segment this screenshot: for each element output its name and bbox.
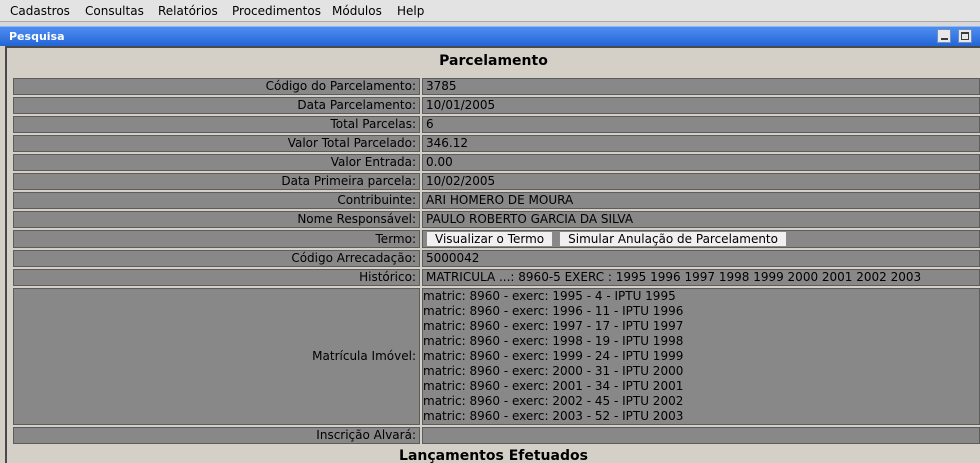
label-termo: Termo:	[13, 230, 420, 248]
label-codigo-parcelamento: Código do Parcelamento:	[13, 78, 420, 95]
menu-relatorios[interactable]: Relatórios	[158, 4, 218, 18]
value-data-parcelamento: 10/01/2005	[422, 97, 980, 114]
value-valor-entrada: 0.00	[422, 154, 980, 171]
menu-modulos[interactable]: Módulos	[332, 4, 382, 18]
visualizar-termo-button[interactable]: Visualizar o Termo	[426, 231, 554, 247]
matricula-list: matric: 8960 - exerc: 1995 - 4 - IPTU 19…	[422, 288, 980, 425]
label-valor-total: Valor Total Parcelado:	[13, 135, 420, 152]
label-codigo-arrecadacao: Código Arrecadação:	[13, 250, 420, 267]
section-title-parcelamento: Parcelamento	[439, 53, 548, 69]
value-contribuinte: ARI HOMERO DE MOURA	[422, 192, 980, 209]
table-row: Termo: Visualizar o Termo Simular Anulaçã…	[13, 230, 980, 248]
menu-procedimentos[interactable]: Procedimentos	[232, 4, 321, 18]
table-row: Valor Total Parcelado: 346.12	[13, 135, 980, 152]
table-row: Código Arrecadação: 5000042	[13, 250, 980, 267]
list-item: matric: 8960 - exerc: 1998 - 19 - IPTU 1…	[423, 334, 684, 348]
label-historico: Histórico:	[13, 269, 420, 286]
label-data-primeira: Data Primeira parcela:	[13, 173, 420, 190]
table-row: Nome Responsável: PAULO ROBERTO GARCIA D…	[13, 211, 980, 228]
window-title: Pesquisa	[9, 30, 65, 43]
list-item: matric: 8960 - exerc: 1999 - 24 - IPTU 1…	[423, 349, 684, 363]
value-nome-responsavel: PAULO ROBERTO GARCIA DA SILVA	[422, 211, 980, 228]
value-data-primeira: 10/02/2005	[422, 173, 980, 190]
table-row: Data Parcelamento: 10/01/2005	[13, 97, 980, 114]
maximize-icon[interactable]	[958, 29, 972, 43]
label-contribuinte: Contribuinte:	[13, 192, 420, 209]
simular-anulacao-button[interactable]: Simular Anulação de Parcelamento	[559, 231, 787, 247]
table-row: Código do Parcelamento: 3785	[13, 78, 980, 95]
search-panel: Parcelamento Código do Parcelamento: 378…	[5, 46, 980, 463]
menu-cadastros[interactable]: Cadastros	[10, 4, 70, 18]
label-valor-entrada: Valor Entrada:	[13, 154, 420, 171]
menu-bar: Cadastros Consultas Relatórios Procedime…	[0, 0, 980, 22]
list-item: matric: 8960 - exerc: 2001 - 34 - IPTU 2…	[423, 379, 684, 393]
list-item: matric: 8960 - exerc: 1995 - 4 - IPTU 19…	[423, 289, 676, 303]
list-item: matric: 8960 - exerc: 2000 - 31 - IPTU 2…	[423, 364, 684, 378]
label-data-parcelamento: Data Parcelamento:	[13, 97, 420, 114]
label-matricula-imovel: Matrícula Imóvel:	[13, 288, 420, 425]
table-row: Inscrição Alvará:	[13, 427, 980, 444]
list-item: matric: 8960 - exerc: 1997 - 17 - IPTU 1…	[423, 319, 684, 333]
table-row: Contribuinte: ARI HOMERO DE MOURA	[13, 192, 980, 209]
section-title-lancamentos: Lançamentos Efetuados	[399, 448, 588, 463]
label-inscricao-alvara: Inscrição Alvará:	[13, 427, 420, 444]
table-row: Data Primeira parcela: 10/02/2005	[13, 173, 980, 190]
minimize-icon[interactable]	[937, 29, 951, 43]
table-row: Matrícula Imóvel: matric: 8960 - exerc: …	[13, 288, 980, 425]
menu-help[interactable]: Help	[397, 4, 424, 18]
list-item: matric: 8960 - exerc: 1996 - 11 - IPTU 1…	[423, 304, 684, 318]
table-row: Total Parcelas: 6	[13, 116, 980, 133]
value-inscricao-alvara	[422, 427, 980, 444]
window-title-bar[interactable]: Pesquisa	[0, 26, 980, 46]
termo-buttons: Visualizar o Termo Simular Anulação de Pa…	[422, 230, 980, 248]
value-codigo-parcelamento: 3785	[422, 78, 980, 95]
label-total-parcelas: Total Parcelas:	[13, 116, 420, 133]
list-item: matric: 8960 - exerc: 2003 - 52 - IPTU 2…	[423, 409, 684, 423]
menu-consultas[interactable]: Consultas	[85, 4, 144, 18]
list-item: matric: 8960 - exerc: 2002 - 45 - IPTU 2…	[423, 394, 684, 408]
value-historico: MATRICULA ...: 8960-5 EXERC : 1995 1996 …	[422, 269, 980, 286]
table-row: Valor Entrada: 0.00	[13, 154, 980, 171]
table-row: Histórico: MATRICULA ...: 8960-5 EXERC :…	[13, 269, 980, 286]
label-nome-responsavel: Nome Responsável:	[13, 211, 420, 228]
parcelamento-table: Código do Parcelamento: 3785 Data Parcel…	[11, 76, 980, 446]
value-codigo-arrecadacao: 5000042	[422, 250, 980, 267]
value-total-parcelas: 6	[422, 116, 980, 133]
value-valor-total: 346.12	[422, 135, 980, 152]
